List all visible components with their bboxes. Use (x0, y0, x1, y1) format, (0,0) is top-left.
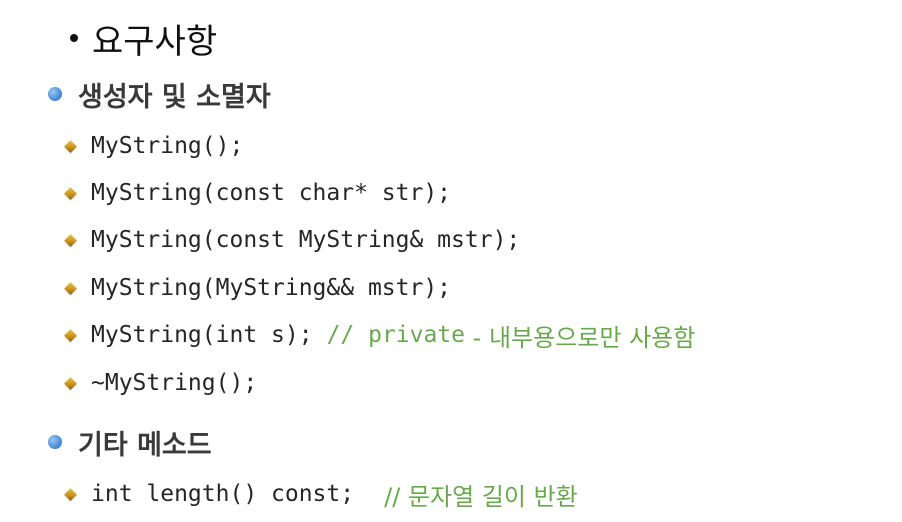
code-line: int length() const; (91, 481, 355, 507)
bullet-dot-icon (70, 34, 78, 42)
diamond-bullet-icon (64, 139, 77, 153)
code-line: MyString(const MyString& mstr); (91, 227, 521, 253)
list-item: ~MyString(); (63, 363, 257, 403)
code-line: MyString(); (91, 133, 244, 159)
diamond-bullet-icon (64, 233, 77, 247)
blue-circle-bullet-icon (48, 87, 62, 101)
code-comment-prefix: // private (326, 322, 466, 348)
code-line: MyString(MyString&& mstr); (91, 275, 452, 301)
diamond-bullet-icon (64, 328, 77, 342)
code-comment: // 문자열 길이 반환 (384, 482, 578, 511)
diamond-bullet-icon (64, 186, 77, 200)
code-line: ~MyString(); (91, 370, 258, 396)
list-item: MyString(int s); // private - 내부용으로만 사용함 (63, 315, 695, 355)
code-line: MyString(int s); (91, 322, 313, 348)
slide-title: 요구사항 (70, 14, 217, 62)
diamond-bullet-icon (64, 376, 77, 390)
section-other-methods: 기타 메소드 (48, 422, 212, 462)
section-label: 기타 메소드 (78, 429, 212, 461)
section-constructors: 생성자 및 소멸자 (48, 74, 271, 114)
section-label: 생성자 및 소멸자 (78, 81, 271, 113)
code-line: MyString(const char* str); (91, 180, 452, 206)
slide-title-text: 요구사항 (92, 21, 218, 62)
list-item: MyString(); (63, 126, 243, 166)
diamond-bullet-icon (64, 281, 77, 295)
blue-circle-bullet-icon (48, 435, 62, 449)
list-item: MyString(MyString&& mstr); (63, 268, 451, 308)
list-item: MyString(const char* str); (63, 173, 451, 213)
list-item: MyString(const MyString& mstr); (63, 220, 520, 260)
code-comment-suffix: - 내부용으로만 사용함 (465, 323, 696, 352)
diamond-bullet-icon (64, 487, 77, 501)
list-item: int length() const; // 문자열 길이 반환 (63, 474, 578, 514)
